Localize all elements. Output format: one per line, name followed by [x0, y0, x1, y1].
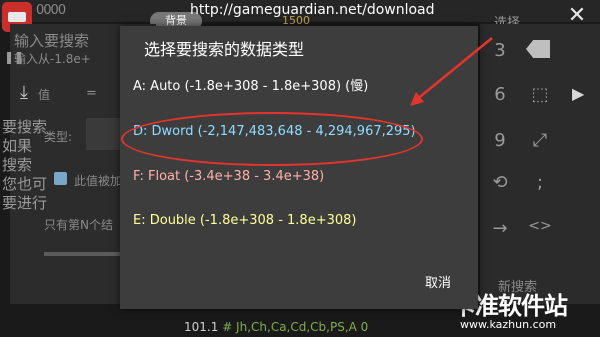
hint-text: 要搜索 如果 搜索 您也可 要进行 — [2, 118, 48, 212]
option-float[interactable]: F: Float (-3.4e+38 - 3.4e+38) — [133, 169, 324, 185]
url-banner: http://gameguardian.net/download — [190, 2, 435, 18]
watermark-url: www.kazhun.com — [460, 318, 557, 331]
dialog-title: 选择要搜索的数据类型 — [144, 40, 305, 59]
result-flags: # Jh,Ch,Ca,Cd,Cb,PS,A 0 — [222, 320, 369, 334]
history-icon[interactable]: ⟲ — [480, 172, 520, 193]
result-value: 101.1 — [184, 320, 219, 334]
option-double[interactable]: E: Double (-1.8e+308 - 1.8e+308) — [133, 213, 356, 229]
key-angle-brackets[interactable]: <> — [520, 218, 560, 234]
key-semicolon[interactable]: ; — [520, 172, 560, 193]
cancel-button[interactable]: 取消 — [414, 270, 462, 298]
key-arrow[interactable]: → — [480, 218, 520, 239]
search-dialog-range: 输入从-1.8e+ — [14, 52, 91, 66]
annotation-arrow — [410, 37, 493, 106]
checkbox[interactable] — [54, 172, 67, 185]
checkbox-label: 此值被加 — [74, 174, 123, 188]
type-label: 类型: — [44, 130, 73, 144]
only-nth-label: 只有第N个结 — [44, 218, 113, 232]
play-icon[interactable]: ▶ — [572, 84, 584, 103]
equals-selector[interactable]: = — [86, 86, 97, 101]
select-all-icon[interactable]: ⬚ — [520, 84, 560, 105]
option-auto[interactable]: A: Auto (-1.8e+308 - 1.8e+308) (慢) — [133, 79, 368, 95]
grid-icon: 0000 — [36, 3, 66, 18]
expand-icon[interactable]: ⤢ — [520, 130, 560, 151]
download-icon[interactable]: ⤓ — [20, 82, 28, 103]
highlight-ellipse — [121, 112, 423, 166]
value-label: 值 — [38, 88, 51, 102]
key-9[interactable]: 9 — [480, 130, 520, 151]
search-dialog-title: 输入要搜索 — [14, 32, 90, 50]
result-line: 101.1 # Jh,Ch,Ca,Cd,Cb,PS,A 0 — [184, 320, 368, 334]
